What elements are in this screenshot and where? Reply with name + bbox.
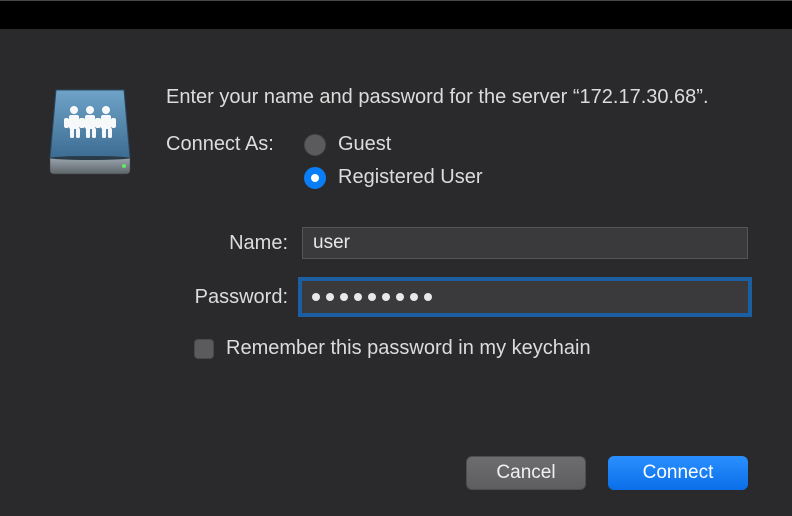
radio-registered-indicator: [304, 167, 326, 189]
radio-guest[interactable]: Guest: [304, 133, 748, 156]
name-input[interactable]: [302, 227, 748, 259]
radio-guest-label: Guest: [338, 133, 391, 156]
dialog-button-row: Cancel Connect: [466, 456, 748, 490]
password-dots-overlay: [312, 281, 738, 313]
dialog-content: Enter your name and password for the ser…: [0, 61, 792, 516]
name-label: Name:: [166, 232, 288, 255]
password-label: Password:: [166, 286, 288, 309]
connect-button[interactable]: Connect: [608, 456, 748, 490]
auth-dialog: Enter your name and password for the ser…: [0, 0, 792, 516]
radio-guest-indicator: [304, 134, 326, 156]
connect-as-row: Connect As: Guest Registered User: [166, 133, 748, 199]
password-input[interactable]: [302, 281, 748, 313]
name-row: Name:: [166, 227, 748, 259]
window-top-bar: [0, 1, 792, 29]
remember-checkbox-row[interactable]: Remember this password in my keychain: [194, 337, 748, 360]
remember-checkbox-label: Remember this password in my keychain: [226, 337, 591, 360]
icon-column: [46, 61, 154, 516]
main-column: Enter your name and password for the ser…: [154, 61, 748, 516]
remember-checkbox-box: [194, 339, 214, 359]
radio-registered-user[interactable]: Registered User: [304, 166, 748, 189]
connect-as-label: Connect As:: [166, 133, 304, 156]
radio-registered-label: Registered User: [338, 166, 483, 189]
cancel-button[interactable]: Cancel: [466, 456, 586, 490]
password-row: Password:: [166, 281, 748, 313]
network-drive-icon: [46, 86, 154, 176]
prompt-text: Enter your name and password for the ser…: [166, 84, 748, 111]
connect-as-radio-group: Guest Registered User: [304, 133, 748, 199]
